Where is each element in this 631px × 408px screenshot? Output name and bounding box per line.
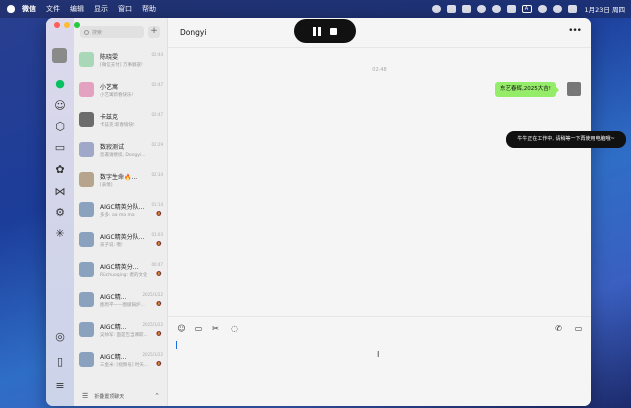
avatar bbox=[79, 172, 94, 187]
video-call-icon[interactable]: ▭ bbox=[573, 323, 584, 334]
avatar[interactable] bbox=[567, 82, 581, 96]
chat-icon[interactable]: ● bbox=[54, 78, 66, 90]
moments-icon[interactable]: ✿ bbox=[54, 164, 66, 176]
control-center-icon[interactable] bbox=[567, 5, 577, 13]
session-list: 搜索 + 陈晓雯 02:44 [微信支付] 万事顺遂! 小艺寓 02:47 小艺… bbox=[74, 18, 168, 406]
list-item[interactable]: AIGC精... 2025/1/22 吴帅军: 面是告当课职... 🔕 bbox=[74, 316, 168, 346]
zoom-window-icon[interactable] bbox=[74, 22, 80, 28]
my-avatar[interactable] bbox=[52, 48, 67, 63]
spotlight-search-icon[interactable] bbox=[552, 5, 562, 13]
status-toast: 牛牛正在工作中, 请稍等一下再使用电脑哦~ bbox=[506, 131, 626, 148]
pause-icon[interactable] bbox=[313, 26, 321, 36]
compass-icon[interactable]: ◎ bbox=[54, 331, 66, 343]
message-bubble[interactable]: 东艺春辉,2025大吉! bbox=[495, 82, 559, 97]
message-input-area[interactable]: ☺ ▭ ✂ ◌ ✆ ▭ I bbox=[168, 316, 591, 406]
chat-title: Dongyi bbox=[180, 28, 207, 37]
close-window-icon[interactable] bbox=[54, 22, 60, 28]
menubar-clock[interactable]: 1月23日 周四 bbox=[585, 4, 625, 14]
menu-help[interactable]: 帮助 bbox=[142, 4, 156, 14]
tray-wechat-icon[interactable] bbox=[491, 5, 501, 13]
avatar bbox=[79, 292, 94, 307]
menu-view[interactable]: 显示 bbox=[94, 4, 108, 14]
menu-app-name[interactable]: 微信 bbox=[22, 4, 36, 14]
list-item[interactable]: AIGC精... 2025/1/22 图周平——图级锅炉... 🔕 bbox=[74, 286, 168, 316]
folded-pinned-chats[interactable]: ☰ 折叠置顶聊天 ⌃ bbox=[74, 386, 168, 406]
list-item[interactable]: 陈晓雯 02:44 [微信支付] 万事顺遂! bbox=[74, 46, 168, 76]
list-icon: ☰ bbox=[82, 392, 89, 400]
muted-icon: 🔕 bbox=[156, 242, 162, 247]
muted-icon: 🔕 bbox=[156, 212, 162, 217]
list-item[interactable]: 数字生命🔥... 02:34 [表情] bbox=[74, 166, 168, 196]
search-input[interactable]: 搜索 bbox=[80, 26, 144, 38]
list-item[interactable]: 数寂测试 02:29 您邀请继续, Dongyi... bbox=[74, 136, 168, 166]
avatar bbox=[79, 262, 94, 277]
voice-call-icon[interactable]: ✆ bbox=[553, 323, 564, 334]
chat-pane: Dongyi ••• 02:48 东艺春辉,2025大吉! ☺ ▭ ✂ ◌ ✆ … bbox=[168, 18, 591, 406]
list-item[interactable]: AIGC精英分队... 01:14 多多: aa ma ma 🔕 bbox=[74, 196, 168, 226]
more-options-icon[interactable]: ••• bbox=[568, 26, 582, 36]
avatar bbox=[79, 232, 94, 247]
avatar bbox=[79, 322, 94, 337]
search-feature-icon[interactable]: ✳ bbox=[54, 228, 66, 240]
record-status-icon[interactable] bbox=[431, 5, 441, 13]
chat-header: Dongyi ••• bbox=[168, 18, 591, 48]
recording-control bbox=[294, 19, 356, 43]
menu-window[interactable]: 窗口 bbox=[118, 4, 132, 14]
tray-send-icon[interactable] bbox=[461, 5, 471, 13]
emoji-icon[interactable]: ☺ bbox=[176, 323, 187, 334]
channels-icon[interactable]: ⋈ bbox=[54, 186, 66, 198]
nav-icon-bar: ● ☺ ⬡ ▭ ✿ ⋈ ⚙ ✳ ◎ ▯ ≡ bbox=[46, 18, 74, 406]
folded-label: 折叠置顶聊天 bbox=[94, 393, 125, 400]
input-source-indicator[interactable]: A bbox=[521, 5, 532, 13]
wifi-icon[interactable] bbox=[537, 5, 547, 13]
wechat-window: ● ☺ ⬡ ▭ ✿ ⋈ ⚙ ✳ ◎ ▯ ≡ 搜索 + 陈晓雯 02:44 [微信… bbox=[46, 18, 591, 406]
muted-icon: 🔕 bbox=[156, 332, 162, 337]
phone-icon[interactable]: ▯ bbox=[54, 356, 66, 368]
muted-icon: 🔕 bbox=[156, 362, 162, 367]
message-timestamp: 02:48 bbox=[372, 67, 387, 73]
list-item[interactable]: 小艺寓 02:47 小艺寓新春快乐! bbox=[74, 76, 168, 106]
status-tray: A 1月23日 周四 bbox=[426, 0, 625, 18]
contacts-icon[interactable]: ☺ bbox=[54, 100, 66, 112]
menu-file[interactable]: 文件 bbox=[46, 4, 60, 14]
avatar bbox=[79, 352, 94, 367]
search-icon bbox=[84, 29, 89, 35]
files-icon[interactable]: ▭ bbox=[54, 142, 66, 154]
list-item[interactable]: AIGC精英分队... 01:03 孩子说: 哦! 🔕 bbox=[74, 226, 168, 256]
scissors-icon[interactable]: ✂ bbox=[210, 323, 221, 334]
add-button[interactable]: + bbox=[148, 26, 160, 38]
list-item[interactable]: AIGC精... 2025/1/22 三金米: [视频号] 时天... 🔕 bbox=[74, 346, 168, 376]
tray-qq-icon[interactable] bbox=[476, 5, 486, 13]
chevron-up-icon[interactable]: ⌃ bbox=[154, 392, 160, 400]
avatar bbox=[79, 142, 94, 157]
settings-menu-icon[interactable]: ≡ bbox=[54, 380, 66, 392]
avatar bbox=[79, 112, 94, 127]
mini-programs-icon[interactable]: ⚙ bbox=[54, 207, 66, 219]
list-item[interactable]: 卡兹克 02:47 卡兹克:新春愉快! bbox=[74, 106, 168, 136]
avatar bbox=[79, 82, 94, 97]
tray-battery-icon[interactable] bbox=[506, 5, 516, 13]
avatar bbox=[79, 202, 94, 217]
menu-edit[interactable]: 编辑 bbox=[70, 4, 84, 14]
apple-icon[interactable] bbox=[7, 5, 15, 13]
stop-icon[interactable] bbox=[330, 27, 337, 35]
minimize-window-icon[interactable] bbox=[64, 22, 70, 28]
window-controls bbox=[54, 22, 80, 28]
folder-icon[interactable]: ▭ bbox=[193, 323, 204, 334]
avatar bbox=[79, 52, 94, 67]
tray-app-icon[interactable] bbox=[446, 5, 456, 13]
chat-history-icon[interactable]: ◌ bbox=[229, 323, 240, 334]
muted-icon: 🔕 bbox=[156, 302, 162, 307]
favorites-icon[interactable]: ⬡ bbox=[54, 121, 66, 133]
list-item[interactable]: AIGC精英分... 00:47 Rüchuoqing: 者的文化 🔕 bbox=[74, 256, 168, 286]
menu-bar: 微信 文件 编辑 显示 窗口 帮助 A 1月23日 周四 bbox=[0, 0, 631, 18]
muted-icon: 🔕 bbox=[156, 272, 162, 277]
search-placeholder: 搜索 bbox=[92, 29, 103, 36]
ibeam-pointer-icon: I bbox=[377, 350, 380, 359]
text-cursor bbox=[176, 341, 177, 349]
